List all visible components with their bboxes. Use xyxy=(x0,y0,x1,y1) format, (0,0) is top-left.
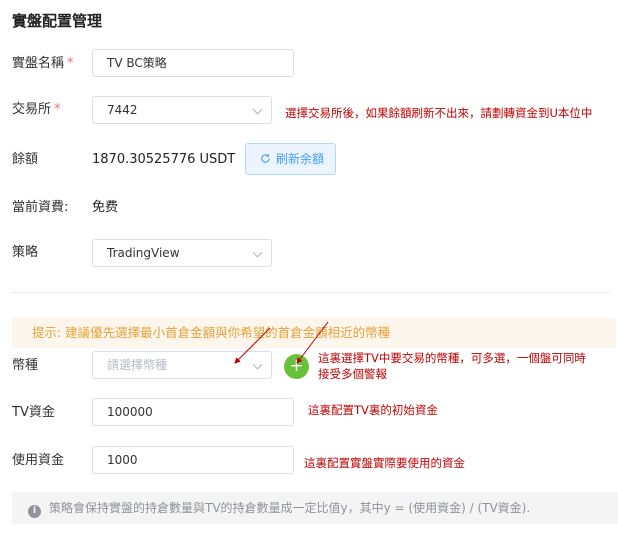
name-input[interactable]: TV BC策略 xyxy=(92,49,294,77)
fee-label: 當前資費: xyxy=(12,200,69,215)
strategy-select[interactable]: TradingView xyxy=(92,239,272,267)
plus-icon: + xyxy=(289,356,304,376)
info-note: i 策略會保持實盤的持倉數量與TV的持倉數量成一定比值y，其中y = (使用資金)… xyxy=(12,492,618,524)
use-capital-annotation: 這裏配置實盤實際要使用的資金 xyxy=(304,456,465,470)
exchange-select[interactable]: 7442 xyxy=(92,96,272,124)
tv-capital-annotation: 這裏配置TV裏的初始資金 xyxy=(308,403,438,417)
exchange-label: 交易所 * xyxy=(12,102,61,117)
coin-placeholder: 請選擇幣種 xyxy=(107,358,168,372)
required-mark: * xyxy=(54,102,61,117)
tv-capital-label: TV資金 xyxy=(12,405,55,420)
coin-annotation-line1: 這裏選擇TV中要交易的幣種，可多選，一個盤可同時 xyxy=(318,351,586,365)
page-title: 實盤配置管理 xyxy=(12,12,103,30)
chevron-down-icon xyxy=(252,104,263,115)
chevron-down-icon xyxy=(252,247,263,258)
tip-banner: 提示: 建議優先選擇最小首倉金額與你希望的首倉金額相近的幣種 xyxy=(12,318,616,348)
fee-value: 免费 xyxy=(92,200,119,215)
add-coin-button[interactable]: + xyxy=(284,354,309,379)
use-capital-label: 使用資金 xyxy=(12,453,65,468)
name-label: 實盤名稱 * xyxy=(12,56,74,71)
required-mark: * xyxy=(67,56,74,71)
refresh-label: 刷新余額 xyxy=(276,152,325,166)
info-icon: i xyxy=(28,505,41,518)
coin-select[interactable]: 請選擇幣種 xyxy=(92,351,272,379)
tv-capital-input[interactable]: 100000 xyxy=(92,398,294,426)
coin-label: 幣種 xyxy=(12,358,39,373)
exchange-annotation: 選擇交易所後，如果餘額刷新不出來，請劃轉資金到U本位中 xyxy=(285,106,593,120)
refresh-icon xyxy=(261,154,270,163)
annotation-arrows xyxy=(234,321,329,364)
refresh-balance-button[interactable]: 刷新余額 xyxy=(245,143,336,175)
use-capital-input[interactable]: 1000 xyxy=(92,446,294,474)
divider xyxy=(12,292,610,293)
chevron-down-icon xyxy=(252,359,263,370)
info-note-text: 策略會保持實盤的持倉數量與TV的持倉數量成一定比值y，其中y = (使用資金) … xyxy=(49,501,531,515)
coin-annotation-line2: 接受多個警報 xyxy=(318,367,387,381)
balance-value: 1870.30525776 USDT xyxy=(92,152,236,167)
balance-label: 餘額 xyxy=(12,152,39,167)
strategy-label: 策略 xyxy=(12,245,39,260)
